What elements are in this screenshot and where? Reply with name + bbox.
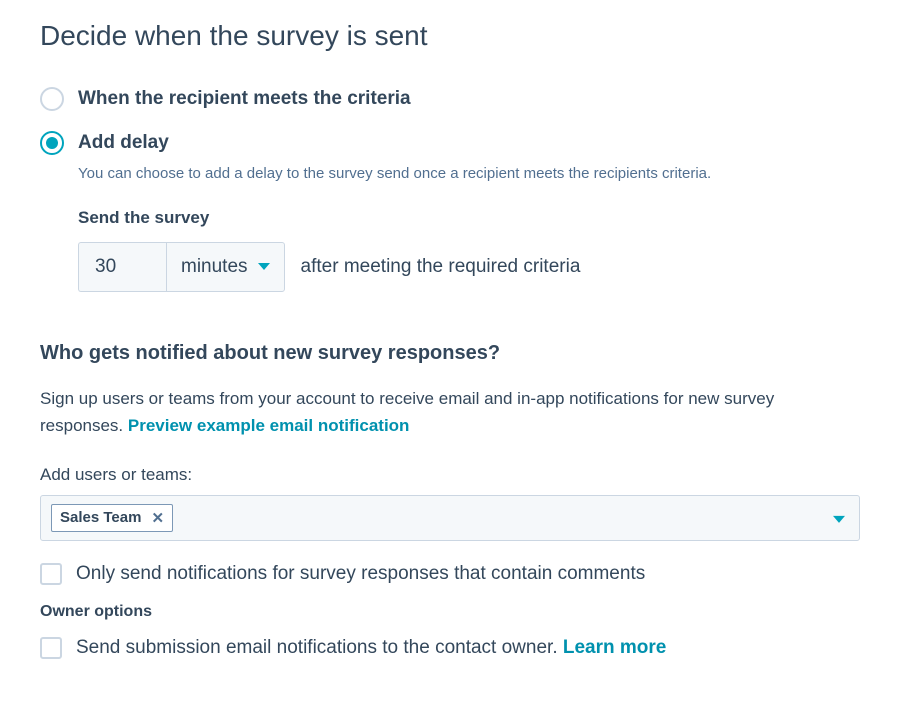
only-comments-checkbox[interactable] <box>40 563 62 585</box>
notifications-description: Sign up users or teams from your account… <box>40 385 860 439</box>
chevron-down-icon <box>258 263 270 270</box>
radio-option-immediate[interactable]: When the recipient meets the criteria <box>40 87 860 111</box>
radio-immediate[interactable] <box>40 87 64 111</box>
owner-notify-checkbox[interactable] <box>40 637 62 659</box>
radio-delay-label: Add delay <box>78 132 169 154</box>
radio-immediate-label: When the recipient meets the criteria <box>78 88 411 110</box>
close-icon[interactable]: ✕ <box>151 509 164 527</box>
owner-notify-text: Send submission email notifications to t… <box>76 637 563 658</box>
users-teams-multiselect[interactable]: Sales Team ✕ <box>40 495 860 541</box>
preview-email-link[interactable]: Preview example email notification <box>128 416 410 435</box>
send-survey-label: Send the survey <box>78 208 860 228</box>
learn-more-link[interactable]: Learn more <box>563 637 666 658</box>
delay-unit-value: minutes <box>181 256 248 278</box>
chevron-down-icon <box>833 516 845 523</box>
radio-delay[interactable] <box>40 131 64 155</box>
add-users-label: Add users or teams: <box>40 465 860 485</box>
chip-label: Sales Team <box>60 509 141 526</box>
delay-description: You can choose to add a delay to the sur… <box>78 163 860 186</box>
owner-notify-row[interactable]: Send submission email notifications to t… <box>40 637 860 659</box>
delay-value-input[interactable] <box>78 242 166 292</box>
send-timing-group: When the recipient meets the criteria Ad… <box>40 87 860 292</box>
only-comments-label: Only send notifications for survey respo… <box>76 563 645 585</box>
only-comments-row[interactable]: Only send notifications for survey respo… <box>40 563 860 585</box>
delay-controls: minutes after meeting the required crite… <box>78 242 860 292</box>
page-title: Decide when the survey is sent <box>40 20 860 52</box>
notifications-heading: Who gets notified about new survey respo… <box>40 342 860 365</box>
owner-options-heading: Owner options <box>40 603 860 621</box>
radio-option-delay[interactable]: Add delay <box>40 131 860 155</box>
owner-notify-label: Send submission email notifications to t… <box>76 637 666 659</box>
delay-after-label: after meeting the required criteria <box>301 256 581 278</box>
chip-sales-team: Sales Team ✕ <box>51 504 173 532</box>
delay-unit-select[interactable]: minutes <box>166 242 285 292</box>
